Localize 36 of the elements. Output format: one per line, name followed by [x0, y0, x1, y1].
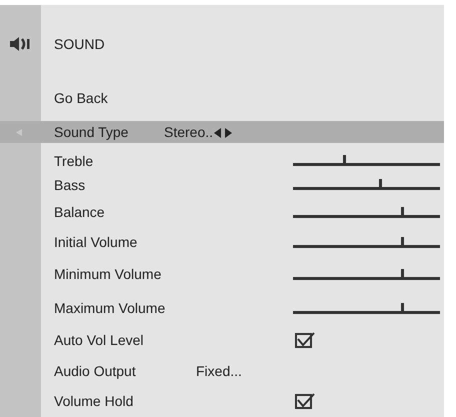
slider-thumb[interactable] — [343, 155, 346, 164]
right-arrow-icon[interactable] — [225, 128, 232, 138]
menu-label: Initial Volume — [54, 232, 138, 252]
menu-row[interactable]: Maximum Volume — [0, 291, 444, 325]
menu-label: Treble — [54, 152, 94, 170]
menu-label: Sound Type — [54, 122, 128, 142]
menu-label: Minimum Volume — [54, 264, 162, 284]
menu-label: Bass — [54, 176, 86, 194]
menu-row[interactable]: Audio Output Fixed... — [0, 355, 444, 387]
checkbox[interactable] — [295, 332, 315, 348]
menu-row[interactable]: Auto Vol Level — [0, 325, 444, 355]
menu-row[interactable]: Go Back — [0, 83, 444, 113]
menu-row[interactable]: Bass — [0, 173, 444, 197]
slider-thumb[interactable] — [400, 269, 404, 278]
slider-thumb[interactable] — [400, 207, 404, 216]
menu-label: Balance — [54, 202, 105, 222]
slider-thumb[interactable] — [400, 237, 404, 246]
menu-label: Audio Output — [54, 362, 136, 381]
slider-thumb[interactable] — [378, 179, 382, 188]
menu-label: Volume Hold — [54, 392, 134, 410]
menu-row[interactable]: Volume Hold — [0, 387, 444, 415]
option-value: Fixed... — [196, 362, 242, 380]
slider-thumb[interactable] — [400, 303, 404, 312]
option-value: Stereo.. — [164, 122, 232, 142]
menu-label: Go Back — [54, 88, 108, 108]
menu-title: SOUND — [54, 34, 105, 54]
menu-row[interactable]: Treble — [0, 149, 444, 173]
menu-row[interactable]: Sound Type Stereo.. — [0, 121, 444, 143]
menu-row[interactable]: Initial Volume — [0, 227, 444, 257]
menu-row[interactable]: Minimum Volume — [0, 257, 444, 291]
menu-label: Auto Vol Level — [54, 330, 144, 350]
pointer-icon — [16, 128, 22, 136]
menu-row[interactable]: Balance — [0, 197, 444, 227]
checkbox[interactable] — [295, 393, 315, 409]
menu-label: Maximum Volume — [54, 298, 166, 318]
left-arrow-icon[interactable] — [214, 128, 222, 138]
